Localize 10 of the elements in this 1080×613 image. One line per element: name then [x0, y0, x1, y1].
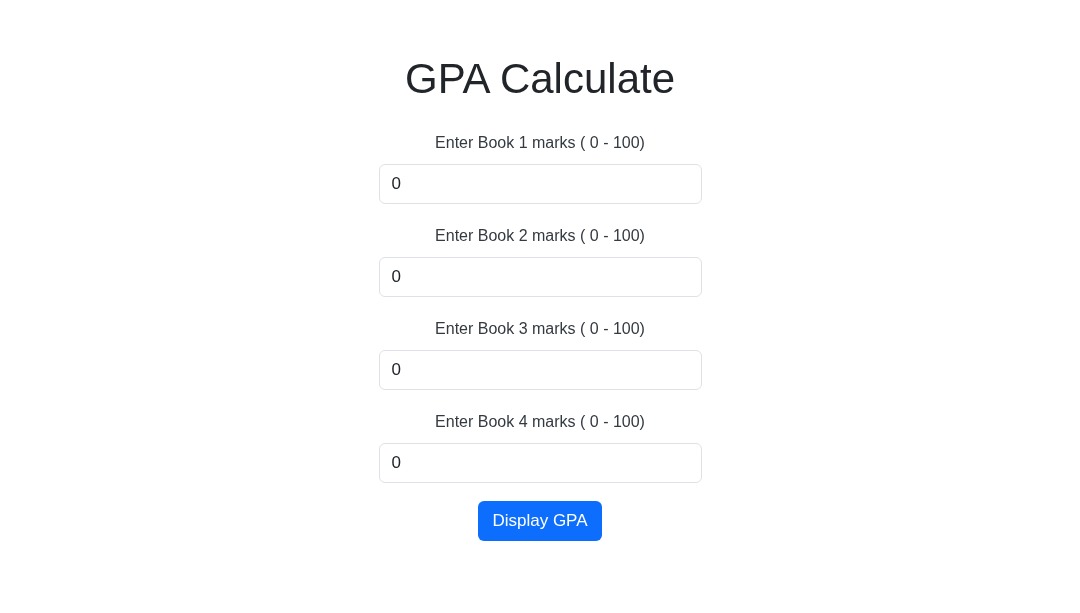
display-gpa-button[interactable]: Display GPA — [478, 501, 602, 541]
marks-input[interactable]: 0 — [378, 257, 702, 297]
page-title: GPA Calculate — [405, 54, 675, 104]
marks-input[interactable]: 0 — [378, 443, 702, 483]
field-label: Enter Book 4 marks ( 0 - 100) — [435, 412, 645, 432]
field-label: Enter Book 3 marks ( 0 - 100) — [435, 319, 645, 339]
field-label: Enter Book 1 marks ( 0 - 100) — [435, 133, 645, 153]
marks-input[interactable]: 0 — [378, 164, 702, 204]
field-label: Enter Book 2 marks ( 0 - 100) — [435, 226, 645, 246]
marks-input[interactable]: 0 — [378, 350, 702, 390]
